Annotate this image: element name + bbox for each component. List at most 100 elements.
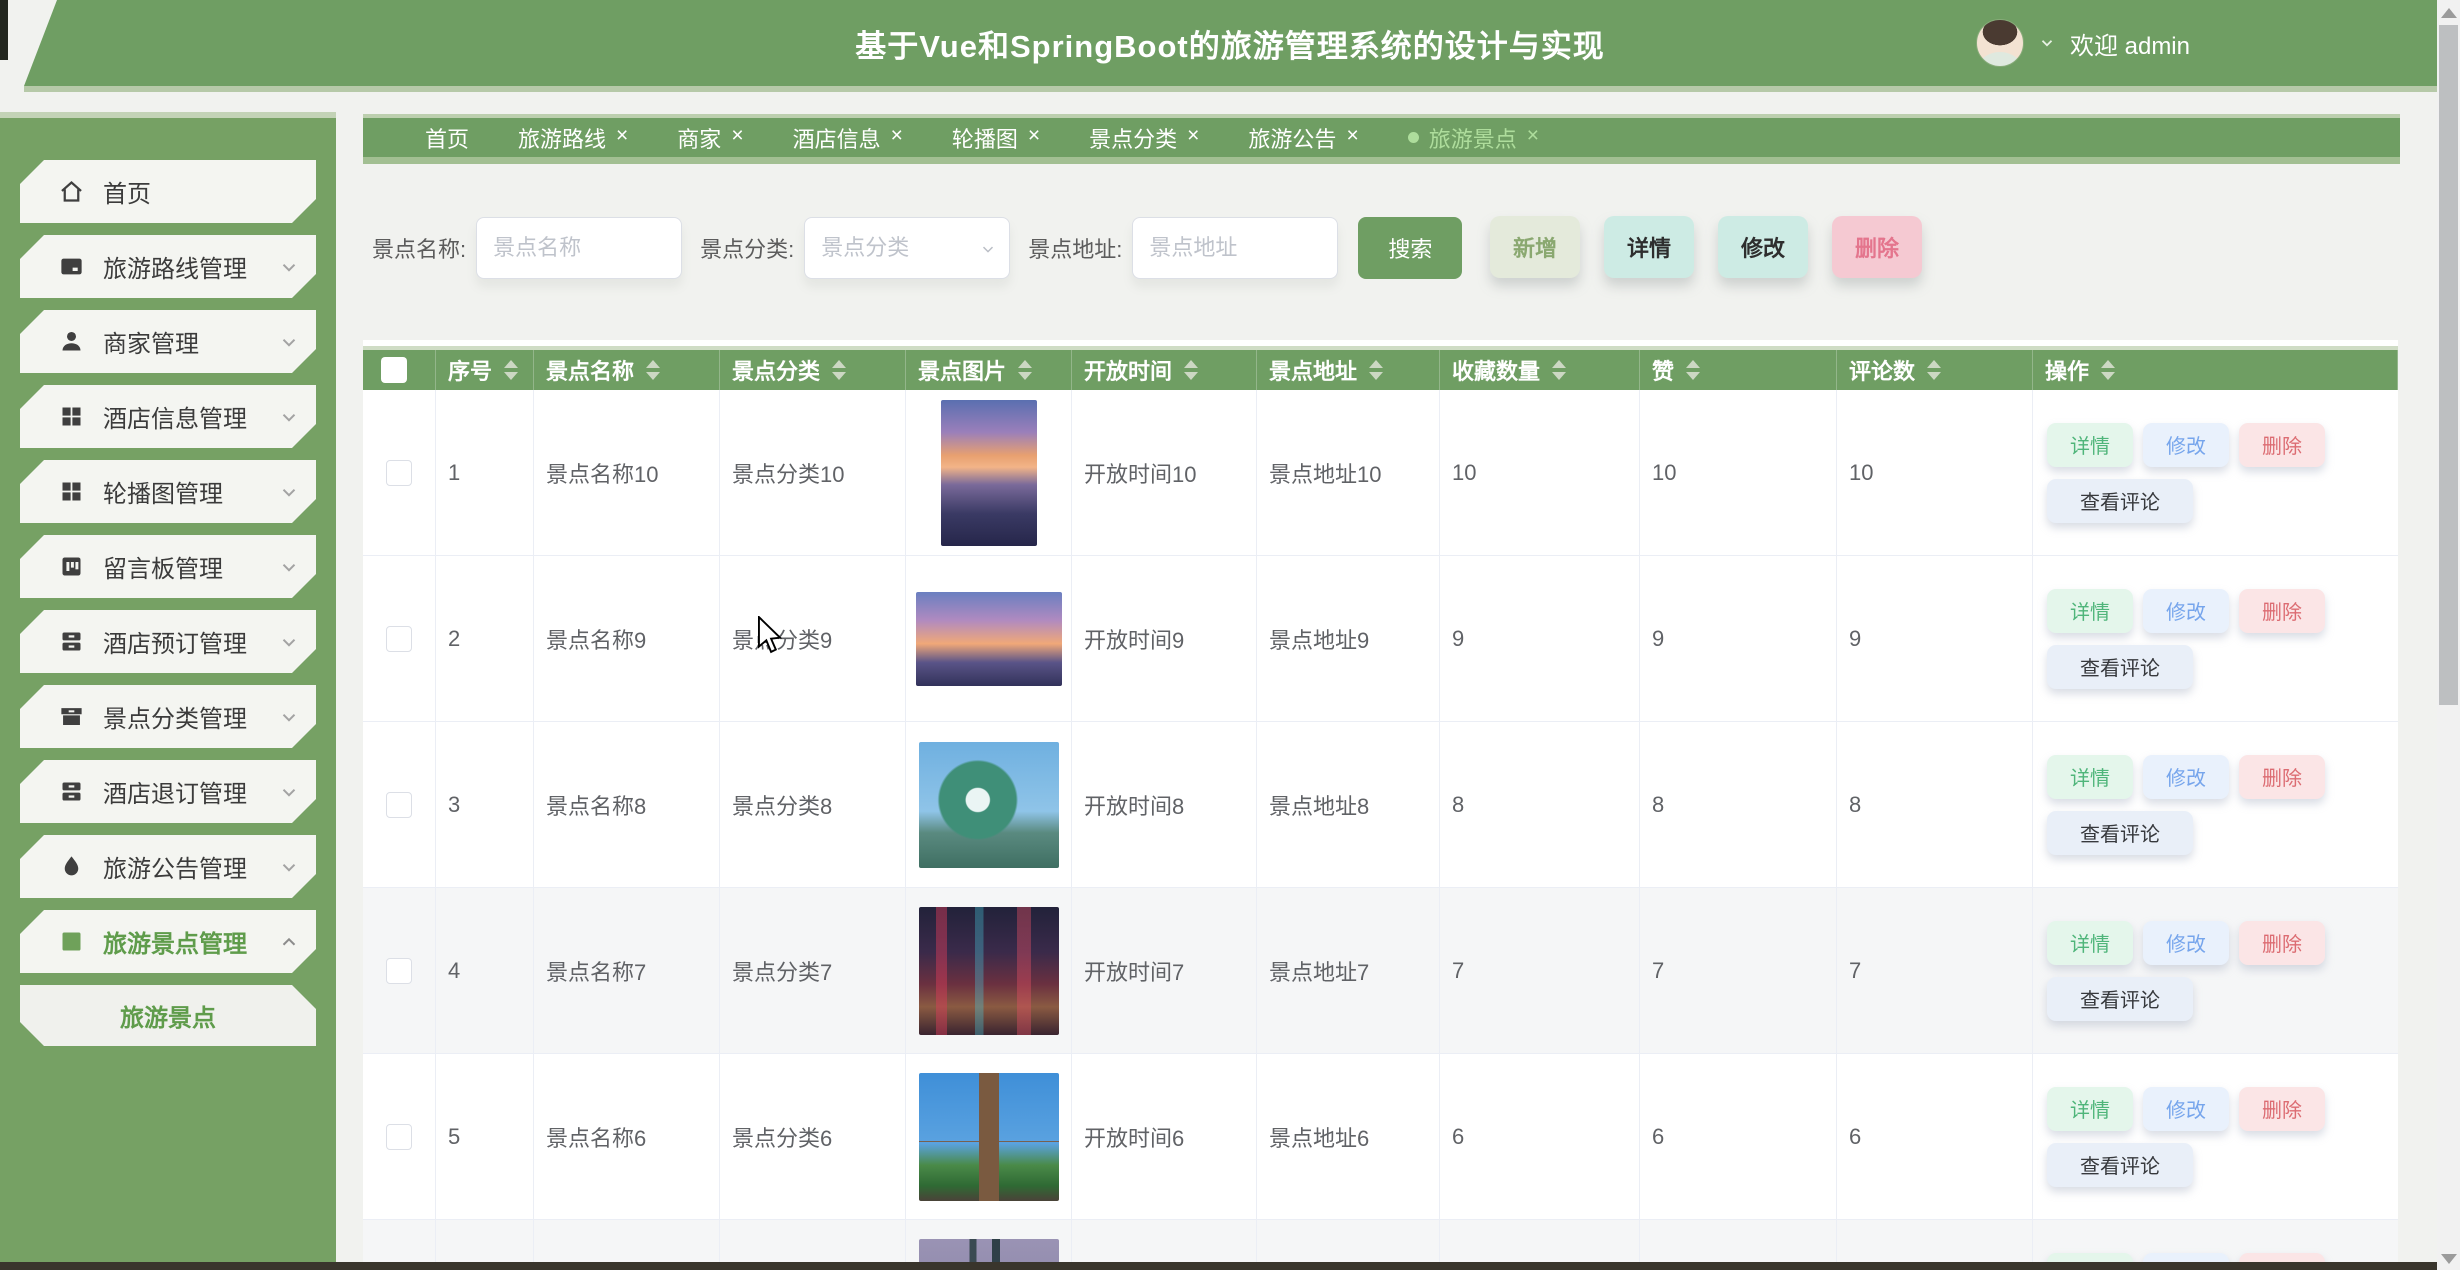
cell-image[interactable]	[906, 722, 1072, 887]
tab-旅游景点[interactable]: 旅游景点×	[1408, 122, 1539, 154]
cell-image[interactable]	[906, 556, 1072, 721]
row-view-comments-button[interactable]: 查看评论	[2047, 1143, 2193, 1187]
column-header-赞[interactable]: 赞	[1640, 350, 1837, 390]
attraction-photo-pagoda-blue-sky[interactable]	[919, 1073, 1059, 1201]
sort-icons[interactable]	[1184, 360, 1198, 380]
row-detail-button[interactable]: 详情	[2047, 755, 2133, 799]
row-checkbox[interactable]	[386, 626, 412, 652]
sidebar-item-merchant-mgmt[interactable]: 商家管理	[20, 310, 316, 373]
row-detail-button[interactable]: 详情	[2047, 589, 2133, 633]
column-header-评论数[interactable]: 评论数	[1837, 350, 2033, 390]
tab-close-icon[interactable]: ×	[1346, 125, 1358, 146]
tab-景点分类[interactable]: 景点分类×	[1089, 122, 1199, 154]
column-header-景点名称[interactable]: 景点名称	[534, 350, 720, 390]
column-header-景点分类[interactable]: 景点分类	[720, 350, 906, 390]
sidebar-item-notice-mgmt[interactable]: 旅游公告管理	[20, 835, 316, 898]
column-header-景点图片[interactable]: 景点图片	[906, 350, 1072, 390]
sort-icons[interactable]	[1927, 360, 1941, 380]
row-view-comments-button[interactable]: 查看评论	[2047, 645, 2193, 689]
tab-close-icon[interactable]: ×	[1028, 125, 1040, 146]
attraction-photo-sunset-lake-pier[interactable]	[941, 400, 1037, 546]
tab-close-icon[interactable]: ×	[616, 125, 628, 146]
column-header-操作[interactable]: 操作	[2033, 350, 2398, 390]
row-checkbox[interactable]	[386, 1124, 412, 1150]
cell-image[interactable]	[906, 888, 1072, 1053]
row-checkbox[interactable]	[386, 958, 412, 984]
row-delete-button[interactable]: 删除	[2239, 1087, 2325, 1131]
row-edit-button[interactable]: 修改	[2143, 921, 2229, 965]
tab-旅游路线[interactable]: 旅游路线×	[518, 122, 628, 154]
attraction-photo-green-ring-sculpture[interactable]	[919, 742, 1059, 868]
row-edit-button[interactable]: 修改	[2143, 423, 2229, 467]
table-row[interactable]: 4景点名称7景点分类7开放时间7景点地址7777详情修改删除查看评论	[363, 888, 2398, 1054]
tab-close-icon[interactable]: ×	[1527, 125, 1539, 146]
cell-image[interactable]	[906, 1054, 1072, 1219]
row-detail-button[interactable]: 详情	[2047, 423, 2133, 467]
sort-icons[interactable]	[832, 360, 846, 380]
sidebar-item-hotel-booking-mgmt[interactable]: 酒店预订管理	[20, 610, 316, 673]
tab-商家[interactable]: 商家×	[677, 122, 743, 154]
tab-close-icon[interactable]: ×	[1187, 125, 1199, 146]
sidebar-item-attraction-mgmt[interactable]: 旅游景点管理	[20, 910, 316, 973]
sidebar-item-attraction-category-mgmt[interactable]: 景点分类管理	[20, 685, 316, 748]
scroll-up-arrow-icon[interactable]	[2441, 8, 2457, 18]
select-all-checkbox[interactable]	[381, 357, 407, 383]
text-field[interactable]	[1147, 234, 1323, 262]
tab-close-icon[interactable]: ×	[891, 125, 903, 146]
row-delete-button[interactable]: 删除	[2239, 589, 2325, 633]
sidebar-item-home[interactable]: 首页	[20, 160, 316, 223]
sidebar-item-route-mgmt[interactable]: 旅游路线管理	[20, 235, 316, 298]
sort-icons[interactable]	[2101, 360, 2115, 380]
attraction-photo-sunset-lake-wide[interactable]	[916, 592, 1062, 686]
edit-button[interactable]: 修改	[1718, 216, 1808, 278]
sort-icons[interactable]	[1018, 360, 1032, 380]
sidebar-item-hotel-cancel-mgmt[interactable]: 酒店退订管理	[20, 760, 316, 823]
row-edit-button[interactable]: 修改	[2143, 589, 2229, 633]
tab-首页[interactable]: 首页	[425, 122, 469, 154]
delete-button[interactable]: 删除	[1832, 216, 1922, 278]
column-header-开放时间[interactable]: 开放时间	[1072, 350, 1257, 390]
tab-close-icon[interactable]: ×	[731, 125, 743, 146]
row-edit-button[interactable]: 修改	[2143, 755, 2229, 799]
tab-轮播图[interactable]: 轮播图×	[952, 122, 1040, 154]
table-row[interactable]: 3景点名称8景点分类8开放时间8景点地址8888详情修改删除查看评论	[363, 722, 2398, 888]
user-avatar[interactable]	[1976, 19, 2024, 67]
table-row[interactable]: 2景点名称9景点分类9开放时间9景点地址9999详情修改删除查看评论	[363, 556, 2398, 722]
scrollbar-thumb[interactable]	[2439, 25, 2458, 705]
tab-旅游公告[interactable]: 旅游公告×	[1248, 122, 1358, 154]
row-delete-button[interactable]: 删除	[2239, 423, 2325, 467]
vertical-scrollbar[interactable]	[2437, 0, 2460, 1270]
row-view-comments-button[interactable]: 查看评论	[2047, 479, 2193, 523]
category-select[interactable]	[804, 217, 1010, 279]
detail-button[interactable]: 详情	[1604, 216, 1694, 278]
row-checkbox[interactable]	[386, 460, 412, 486]
add-button[interactable]: 新增	[1490, 216, 1580, 278]
name-input[interactable]	[476, 217, 682, 279]
sort-icons[interactable]	[1686, 360, 1700, 380]
sort-icons[interactable]	[1369, 360, 1383, 380]
search-button[interactable]: 搜索	[1358, 217, 1462, 279]
sidebar-item-hotel-info-mgmt[interactable]: 酒店信息管理	[20, 385, 316, 448]
sidebar-item-carousel-mgmt[interactable]: 轮播图管理	[20, 460, 316, 523]
row-view-comments-button[interactable]: 查看评论	[2047, 811, 2193, 855]
cell-image[interactable]	[906, 390, 1072, 555]
table-row[interactable]: 5景点名称6景点分类6开放时间6景点地址6666详情修改删除查看评论	[363, 1054, 2398, 1220]
attraction-photo-night-neon-street[interactable]	[919, 907, 1059, 1035]
column-header-收藏数量[interactable]: 收藏数量	[1440, 350, 1640, 390]
table-row[interactable]: 1景点名称10景点分类10开放时间10景点地址10101010详情修改删除查看评…	[363, 390, 2398, 556]
sidebar-subitem-attractions[interactable]: 旅游景点	[20, 985, 316, 1046]
chevron-down-icon[interactable]	[2038, 34, 2056, 52]
row-detail-button[interactable]: 详情	[2047, 921, 2133, 965]
sort-icons[interactable]	[504, 360, 518, 380]
sort-icons[interactable]	[1552, 360, 1566, 380]
text-field[interactable]	[819, 234, 995, 262]
scroll-down-arrow-icon[interactable]	[2441, 1254, 2457, 1264]
sidebar-item-message-board-mgmt[interactable]: 留言板管理	[20, 535, 316, 598]
column-header-序号[interactable]: 序号	[436, 350, 534, 390]
row-checkbox[interactable]	[386, 792, 412, 818]
sort-icons[interactable]	[646, 360, 660, 380]
row-edit-button[interactable]: 修改	[2143, 1087, 2229, 1131]
text-field[interactable]	[491, 234, 667, 262]
column-header-景点地址[interactable]: 景点地址	[1257, 350, 1440, 390]
row-view-comments-button[interactable]: 查看评论	[2047, 977, 2193, 1021]
